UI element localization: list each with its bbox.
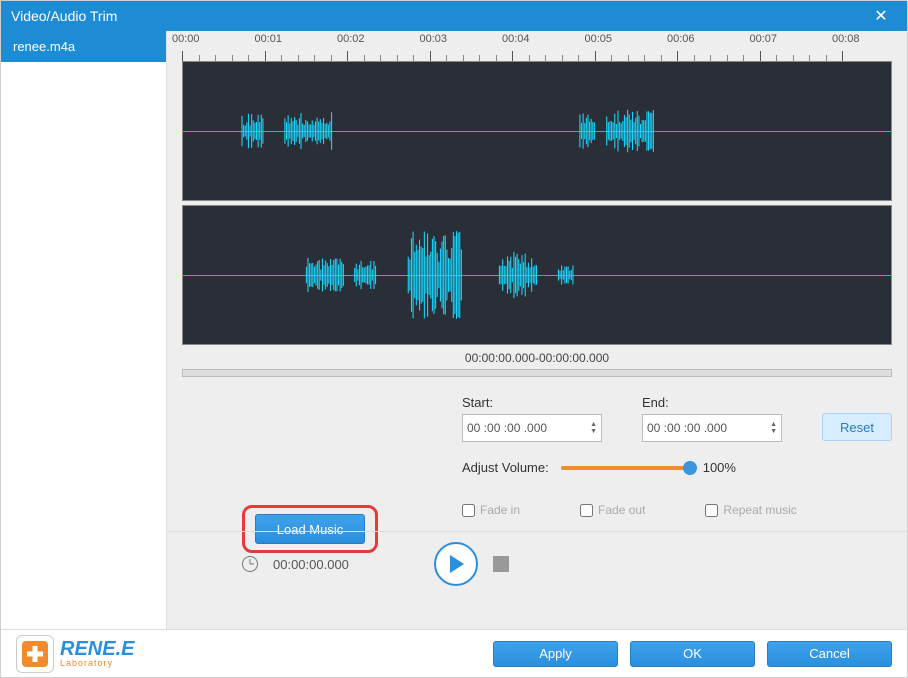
fade-out-checkbox[interactable] — [580, 504, 593, 517]
repeat-checkbox[interactable] — [705, 504, 718, 517]
scrubber[interactable] — [182, 369, 892, 377]
window-title: Video/Audio Trim — [11, 8, 865, 24]
start-field: Start: 00 :00 :00 .000 ▲ ▼ — [462, 395, 602, 442]
volume-thumb[interactable] — [683, 461, 697, 475]
brand-name: RENE.E — [60, 639, 134, 659]
play-icon — [450, 555, 464, 573]
ruler-tick: 00:01 — [255, 33, 283, 45]
time-range-label: 00:00:00.000-00:00:00.000 — [167, 351, 907, 365]
logo-icon — [16, 635, 54, 673]
ruler-tick: 00:05 — [585, 33, 613, 45]
plus-icon — [22, 641, 48, 667]
play-time: 00:00:00.000 — [273, 557, 349, 572]
end-label: End: — [642, 395, 782, 410]
end-stepper[interactable]: ▲ ▼ — [770, 421, 777, 435]
ok-button[interactable]: OK — [630, 641, 755, 667]
waveform-bottom-svg — [183, 206, 891, 344]
time-fields-row: Start: 00 :00 :00 .000 ▲ ▼ End: — [462, 395, 892, 442]
waveform-bottom[interactable] — [182, 205, 892, 345]
start-value: 00 :00 :00 .000 — [467, 421, 590, 435]
reset-field: Reset — [822, 395, 892, 442]
ruler-tick: 00:02 — [337, 33, 365, 45]
start-input[interactable]: 00 :00 :00 .000 ▲ ▼ — [462, 414, 602, 442]
sidebar-item-file[interactable]: renee.m4a — [1, 31, 166, 62]
main-panel: 00:00 00:01 00:02 00:03 00:04 00:05 00:06 00:07… — [167, 31, 907, 629]
chevron-up-icon: ▲ — [770, 421, 777, 428]
fade-in-label: Fade in — [480, 503, 520, 517]
ruler-tick: 00:07 — [750, 33, 778, 45]
brand-sub: Laboratory — [60, 659, 134, 668]
repeat-label: Repeat music — [723, 503, 796, 517]
play-button[interactable] — [434, 542, 478, 586]
volume-value: 100% — [703, 460, 736, 475]
ruler-tick: 00:00 — [172, 33, 200, 45]
volume-slider[interactable] — [561, 466, 691, 470]
controls-right: Start: 00 :00 :00 .000 ▲ ▼ End: — [462, 395, 892, 517]
chevron-up-icon: ▲ — [590, 421, 597, 428]
chevron-down-icon: ▼ — [590, 428, 597, 435]
waveform-area — [182, 61, 892, 345]
reset-button[interactable]: Reset — [822, 413, 892, 441]
end-input[interactable]: 00 :00 :00 .000 ▲ ▼ — [642, 414, 782, 442]
logo-area: RENE.E Laboratory — [16, 635, 481, 673]
titlebar: Video/Audio Trim ✕ — [1, 1, 907, 31]
playbar: 00:00:00.000 — [167, 531, 907, 596]
chevron-down-icon: ▼ — [770, 428, 777, 435]
dialog-body: renee.m4a 00:00 00:01 00:02 00:03 00:04 00:05… — [1, 31, 907, 629]
end-field: End: 00 :00 :00 .000 ▲ ▼ — [642, 395, 782, 442]
controls-left: Load Music — [182, 395, 462, 517]
footer: RENE.E Laboratory Apply OK Cancel — [1, 629, 907, 677]
start-label: Start: — [462, 395, 602, 410]
volume-row: Adjust Volume: 100% — [462, 460, 892, 475]
clock-icon — [242, 556, 258, 572]
waveform-top-svg — [183, 62, 891, 200]
time-ruler: 00:0000:0100:0200:0300:0400:0500:0600:07… — [182, 31, 907, 61]
apply-button[interactable]: Apply — [493, 641, 618, 667]
file-sidebar: renee.m4a — [1, 31, 167, 629]
waveform-top[interactable] — [182, 61, 892, 201]
end-value: 00 :00 :00 .000 — [647, 421, 770, 435]
fade-out-check[interactable]: Fade out — [580, 503, 645, 517]
fade-in-checkbox[interactable] — [462, 504, 475, 517]
stop-button[interactable] — [493, 556, 509, 572]
logo-text-block: RENE.E Laboratory — [60, 639, 134, 668]
fade-in-check[interactable]: Fade in — [462, 503, 520, 517]
close-icon: ✕ — [874, 6, 887, 26]
check-row: Fade in Fade out Repeat music — [462, 503, 892, 517]
ruler-tick: 00:04 — [502, 33, 530, 45]
repeat-check[interactable]: Repeat music — [705, 503, 796, 517]
ruler-tick: 00:08 — [832, 33, 860, 45]
close-button[interactable]: ✕ — [865, 1, 897, 31]
sidebar-item-label: renee.m4a — [13, 39, 75, 54]
cancel-button[interactable]: Cancel — [767, 641, 892, 667]
dialog-window: Video/Audio Trim ✕ renee.m4a 00:0000:010… — [0, 0, 908, 678]
ruler-tick: 00:06 — [667, 33, 695, 45]
start-stepper[interactable]: ▲ ▼ — [590, 421, 597, 435]
fade-out-label: Fade out — [598, 503, 645, 517]
ruler-tick: 00:03 — [420, 33, 448, 45]
volume-label: Adjust Volume: — [462, 460, 549, 475]
controls-area: Load Music Start: 00 :00 :00 .000 ▲ ▼ — [182, 395, 892, 517]
